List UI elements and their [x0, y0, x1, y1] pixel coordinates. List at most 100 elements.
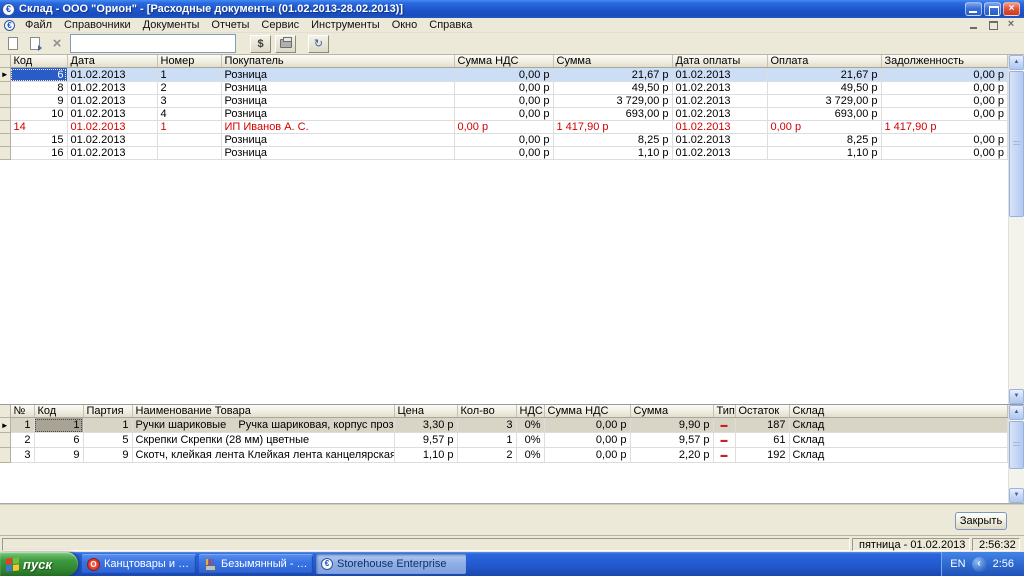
table-cell[interactable]: 0,00 р	[881, 108, 1008, 121]
menu-item[interactable]: Документы	[137, 18, 206, 32]
menu-item[interactable]: Отчеты	[205, 18, 255, 32]
table-cell[interactable]: 9	[10, 95, 67, 108]
table-row[interactable]: ►601.02.20131Розница0,00 р21,67 р01.02.2…	[0, 68, 1008, 82]
table-cell[interactable]: 01.02.2013	[67, 82, 157, 95]
table-cell[interactable]: 14	[10, 121, 67, 134]
table-cell[interactable]: 0,00 р	[454, 108, 553, 121]
table-cell[interactable]: 21,67 р	[553, 68, 672, 82]
table-cell[interactable]: Склад	[789, 418, 1008, 433]
mdi-document-icon[interactable]: €	[4, 20, 15, 31]
table-cell[interactable]: 1,10 р	[553, 147, 672, 160]
table-cell[interactable]: 01.02.2013	[672, 82, 767, 95]
table-row[interactable]: 399Скотч, клейкая лента Клейкая лента ка…	[0, 448, 1008, 463]
mdi-restore-button[interactable]	[986, 19, 1000, 31]
delete-button[interactable]: ×	[48, 35, 66, 52]
table-cell[interactable]: 1	[157, 68, 221, 82]
table-cell[interactable]: 1	[457, 433, 516, 448]
table-cell[interactable]: 192	[735, 448, 789, 463]
scrollbar-thumb[interactable]	[1009, 421, 1024, 469]
column-header[interactable]: Номер	[157, 55, 221, 68]
table-cell[interactable]: 0,00 р	[881, 95, 1008, 108]
table-cell[interactable]	[157, 147, 221, 160]
table-cell[interactable]: 3 729,00 р	[553, 95, 672, 108]
minimize-button[interactable]	[965, 2, 982, 16]
table-cell[interactable]: Скрепки Скрепки (28 мм) цветные	[132, 433, 394, 448]
table-cell[interactable]: 0,00 р	[454, 95, 553, 108]
table-cell[interactable]: 1,10 р	[767, 147, 881, 160]
open-document-button[interactable]	[26, 35, 44, 52]
table-cell[interactable]: 1 417,90 р	[881, 121, 1008, 134]
table-cell[interactable]: Розница	[221, 68, 454, 82]
column-header[interactable]: Сумма НДС	[454, 55, 553, 68]
table-cell[interactable]: 8,25 р	[553, 134, 672, 147]
table-cell[interactable]: 0,00 р	[454, 134, 553, 147]
table-cell[interactable]: 0,00 р	[881, 147, 1008, 160]
column-header[interactable]: Дата	[67, 55, 157, 68]
documents-scrollbar[interactable]: ▲ ▼	[1008, 55, 1024, 404]
menu-item[interactable]: Файл	[19, 18, 58, 32]
column-header[interactable]: Наименование Товара	[132, 405, 394, 418]
table-cell[interactable]: 1	[34, 418, 83, 433]
table-cell[interactable]: 3	[457, 418, 516, 433]
column-header[interactable]: Сумма	[553, 55, 672, 68]
table-row[interactable]: 901.02.20133Розница0,00 р3 729,00 р01.02…	[0, 95, 1008, 108]
column-header[interactable]: Покупатель	[221, 55, 454, 68]
table-cell[interactable]: 01.02.2013	[67, 108, 157, 121]
table-cell[interactable]: 6	[10, 68, 67, 82]
table-row[interactable]: 1501.02.2013Розница0,00 р8,25 р01.02.201…	[0, 134, 1008, 147]
table-cell[interactable]: Склад	[789, 433, 1008, 448]
scroll-up-icon[interactable]: ▲	[1009, 405, 1024, 420]
close-form-button[interactable]: Закрыть	[955, 512, 1007, 530]
table-cell[interactable]: Розница	[221, 134, 454, 147]
table-cell[interactable]: 2	[10, 433, 34, 448]
table-cell[interactable]: 1	[83, 418, 132, 433]
column-header[interactable]: Цена	[394, 405, 457, 418]
table-cell[interactable]: 49,50 р	[767, 82, 881, 95]
table-cell[interactable]: ИП Иванов А. С.	[221, 121, 454, 134]
table-cell[interactable]: 4	[157, 108, 221, 121]
table-cell[interactable]: 01.02.2013	[672, 134, 767, 147]
table-cell[interactable]: 1,10 р	[394, 448, 457, 463]
table-cell[interactable]: 3	[10, 448, 34, 463]
table-cell[interactable]: 01.02.2013	[672, 108, 767, 121]
table-cell[interactable]: 0,00 р	[454, 68, 553, 82]
taskbar-item-opera[interactable]: O Канцтовары и канц...	[82, 554, 196, 574]
mdi-minimize-button[interactable]	[968, 19, 982, 31]
table-cell[interactable]: ▬	[713, 448, 735, 463]
scroll-down-icon[interactable]: ▼	[1009, 488, 1024, 503]
column-header[interactable]: Код	[10, 55, 67, 68]
table-cell[interactable]: 01.02.2013	[672, 121, 767, 134]
table-cell[interactable]: 01.02.2013	[67, 95, 157, 108]
scroll-down-icon[interactable]: ▼	[1009, 389, 1024, 404]
refresh-button[interactable]: ↻	[308, 35, 329, 53]
table-cell[interactable]: 49,50 р	[553, 82, 672, 95]
table-cell[interactable]: 01.02.2013	[672, 95, 767, 108]
column-header[interactable]: НДС	[516, 405, 544, 418]
table-cell[interactable]: 6	[34, 433, 83, 448]
table-cell[interactable]: ▬	[713, 433, 735, 448]
scrollbar-thumb[interactable]	[1009, 71, 1024, 217]
language-indicator[interactable]: EN	[950, 558, 965, 570]
table-cell[interactable]: 10	[10, 108, 67, 121]
table-cell[interactable]: 0,00 р	[544, 448, 630, 463]
column-header[interactable]: Склад	[789, 405, 1008, 418]
table-cell[interactable]: 01.02.2013	[67, 134, 157, 147]
column-header[interactable]: Кол-во	[457, 405, 516, 418]
taskbar-item-storehouse[interactable]: € Storehouse Enterprise	[316, 554, 466, 574]
table-cell[interactable]: 2	[157, 82, 221, 95]
table-row[interactable]: 1401.02.20131ИП Иванов А. С.0,00 р1 417,…	[0, 121, 1008, 134]
table-cell[interactable]: 0,00 р	[454, 147, 553, 160]
table-cell[interactable]: 9,57 р	[630, 433, 713, 448]
table-cell[interactable]: Розница	[221, 95, 454, 108]
table-cell[interactable]: 0%	[516, 418, 544, 433]
table-row[interactable]: ►111Ручки шариковые Ручка шариковая, кор…	[0, 418, 1008, 433]
table-cell[interactable]: 2	[457, 448, 516, 463]
table-cell[interactable]: 2,20 р	[630, 448, 713, 463]
column-header[interactable]: Код	[34, 405, 83, 418]
column-header[interactable]: Тип	[713, 405, 735, 418]
table-cell[interactable]: 01.02.2013	[67, 68, 157, 82]
table-cell[interactable]: 0,00 р	[544, 433, 630, 448]
new-document-button[interactable]	[4, 35, 22, 52]
mdi-close-button[interactable]: ×	[1004, 19, 1018, 31]
table-cell[interactable]: 0%	[516, 448, 544, 463]
